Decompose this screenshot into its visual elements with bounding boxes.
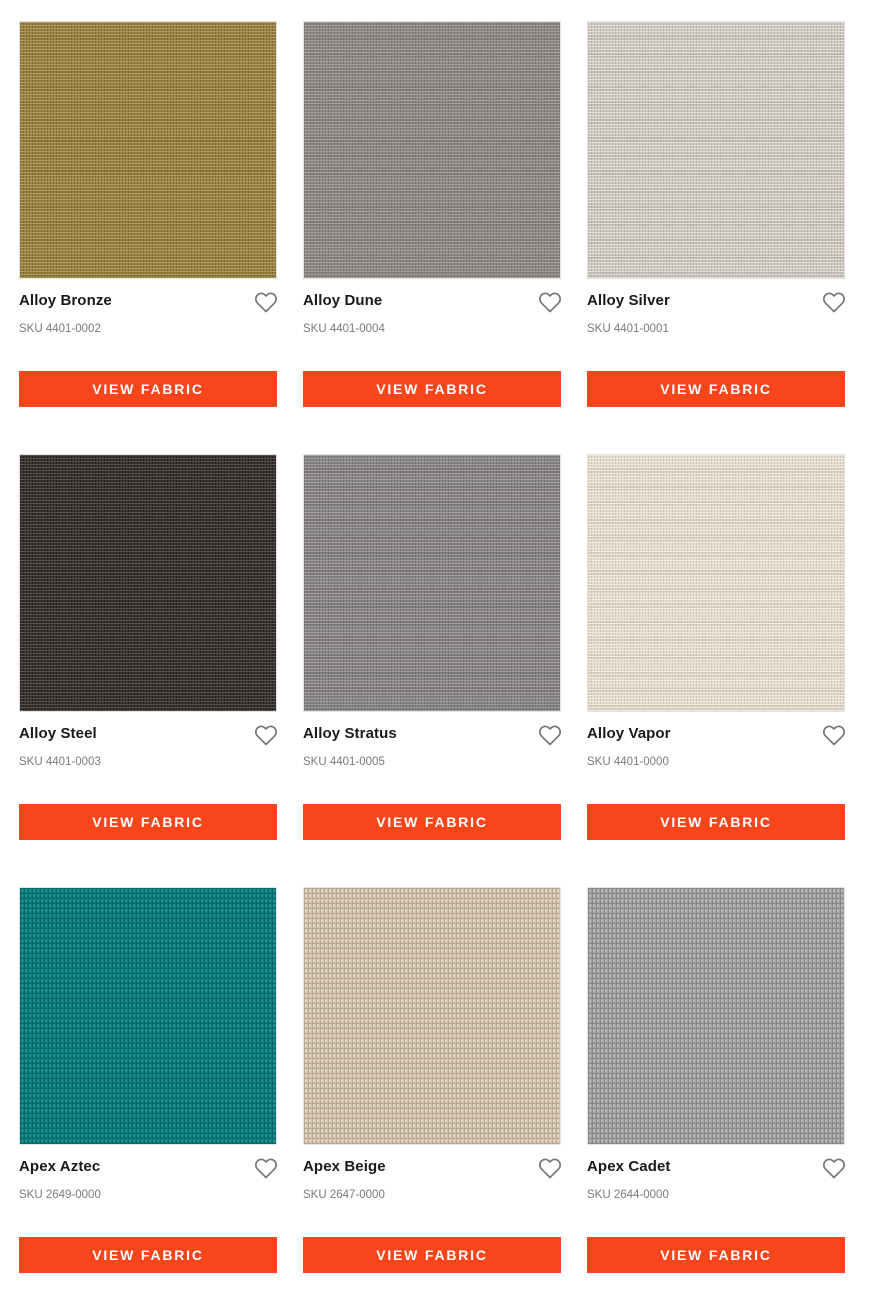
view-fabric-button[interactable]: VIEW FABRIC <box>19 804 277 840</box>
fabric-sku: SKU 4401-0003 <box>19 756 101 768</box>
view-fabric-button[interactable]: VIEW FABRIC <box>587 371 845 407</box>
fabric-sku: SKU 2644-0000 <box>587 1189 669 1201</box>
view-fabric-button[interactable]: VIEW FABRIC <box>19 371 277 407</box>
heart-icon[interactable] <box>538 291 562 313</box>
fabric-sku: SKU 2649-0000 <box>19 1189 101 1201</box>
fabric-card: Alloy Stratus SKU 4401-0005 VIEW FABRIC <box>303 454 561 842</box>
fabric-name[interactable]: Apex Beige <box>303 1158 386 1175</box>
fabric-swatch-image[interactable] <box>587 21 845 279</box>
fabric-sku: SKU 4401-0005 <box>303 756 385 768</box>
heart-icon[interactable] <box>822 291 846 313</box>
fabric-sku: SKU 2647-0000 <box>303 1189 385 1201</box>
fabric-swatch-image[interactable] <box>19 21 277 279</box>
fabric-sku: SKU 4401-0000 <box>587 756 669 768</box>
fabric-swatch-image[interactable] <box>19 454 277 712</box>
heart-icon[interactable] <box>538 724 562 746</box>
heart-icon[interactable] <box>254 1157 278 1179</box>
fabric-card: Apex Aztec SKU 2649-0000 VIEW FABRIC <box>19 887 277 1275</box>
heart-icon[interactable] <box>822 724 846 746</box>
fabric-sku: SKU 4401-0002 <box>19 323 101 335</box>
view-fabric-button[interactable]: VIEW FABRIC <box>303 1237 561 1273</box>
view-fabric-button[interactable]: VIEW FABRIC <box>303 804 561 840</box>
heart-icon[interactable] <box>822 1157 846 1179</box>
fabric-card: Alloy Dune SKU 4401-0004 VIEW FABRIC <box>303 21 561 409</box>
heart-icon[interactable] <box>538 1157 562 1179</box>
fabric-swatch-image[interactable] <box>303 454 561 712</box>
heart-icon[interactable] <box>254 724 278 746</box>
heart-icon[interactable] <box>254 291 278 313</box>
fabric-card: Alloy Bronze SKU 4401-0002 VIEW FABRIC <box>19 21 277 409</box>
view-fabric-button[interactable]: VIEW FABRIC <box>587 1237 845 1273</box>
fabric-name[interactable]: Alloy Silver <box>587 292 670 309</box>
fabric-card: Alloy Steel SKU 4401-0003 VIEW FABRIC <box>19 454 277 842</box>
fabric-card: Alloy Vapor SKU 4401-0000 VIEW FABRIC <box>587 454 845 842</box>
view-fabric-button[interactable]: VIEW FABRIC <box>19 1237 277 1273</box>
fabric-swatch-image[interactable] <box>587 454 845 712</box>
fabric-sku: SKU 4401-0001 <box>587 323 669 335</box>
fabric-card: Apex Cadet SKU 2644-0000 VIEW FABRIC <box>587 887 845 1275</box>
view-fabric-button[interactable]: VIEW FABRIC <box>587 804 845 840</box>
fabric-name[interactable]: Alloy Steel <box>19 725 97 742</box>
fabric-name[interactable]: Apex Cadet <box>587 1158 671 1175</box>
view-fabric-button[interactable]: VIEW FABRIC <box>303 371 561 407</box>
fabric-name[interactable]: Apex Aztec <box>19 1158 100 1175</box>
fabric-name[interactable]: Alloy Vapor <box>587 725 671 742</box>
fabric-name[interactable]: Alloy Stratus <box>303 725 397 742</box>
fabric-card: Alloy Silver SKU 4401-0001 VIEW FABRIC <box>587 21 845 409</box>
fabric-name[interactable]: Alloy Bronze <box>19 292 112 309</box>
fabric-swatch-image[interactable] <box>303 21 561 279</box>
fabric-swatch-image[interactable] <box>587 887 845 1145</box>
fabric-swatch-image[interactable] <box>19 887 277 1145</box>
fabric-name[interactable]: Alloy Dune <box>303 292 382 309</box>
fabric-card: Apex Beige SKU 2647-0000 VIEW FABRIC <box>303 887 561 1275</box>
fabric-sku: SKU 4401-0004 <box>303 323 385 335</box>
fabric-swatch-image[interactable] <box>303 887 561 1145</box>
